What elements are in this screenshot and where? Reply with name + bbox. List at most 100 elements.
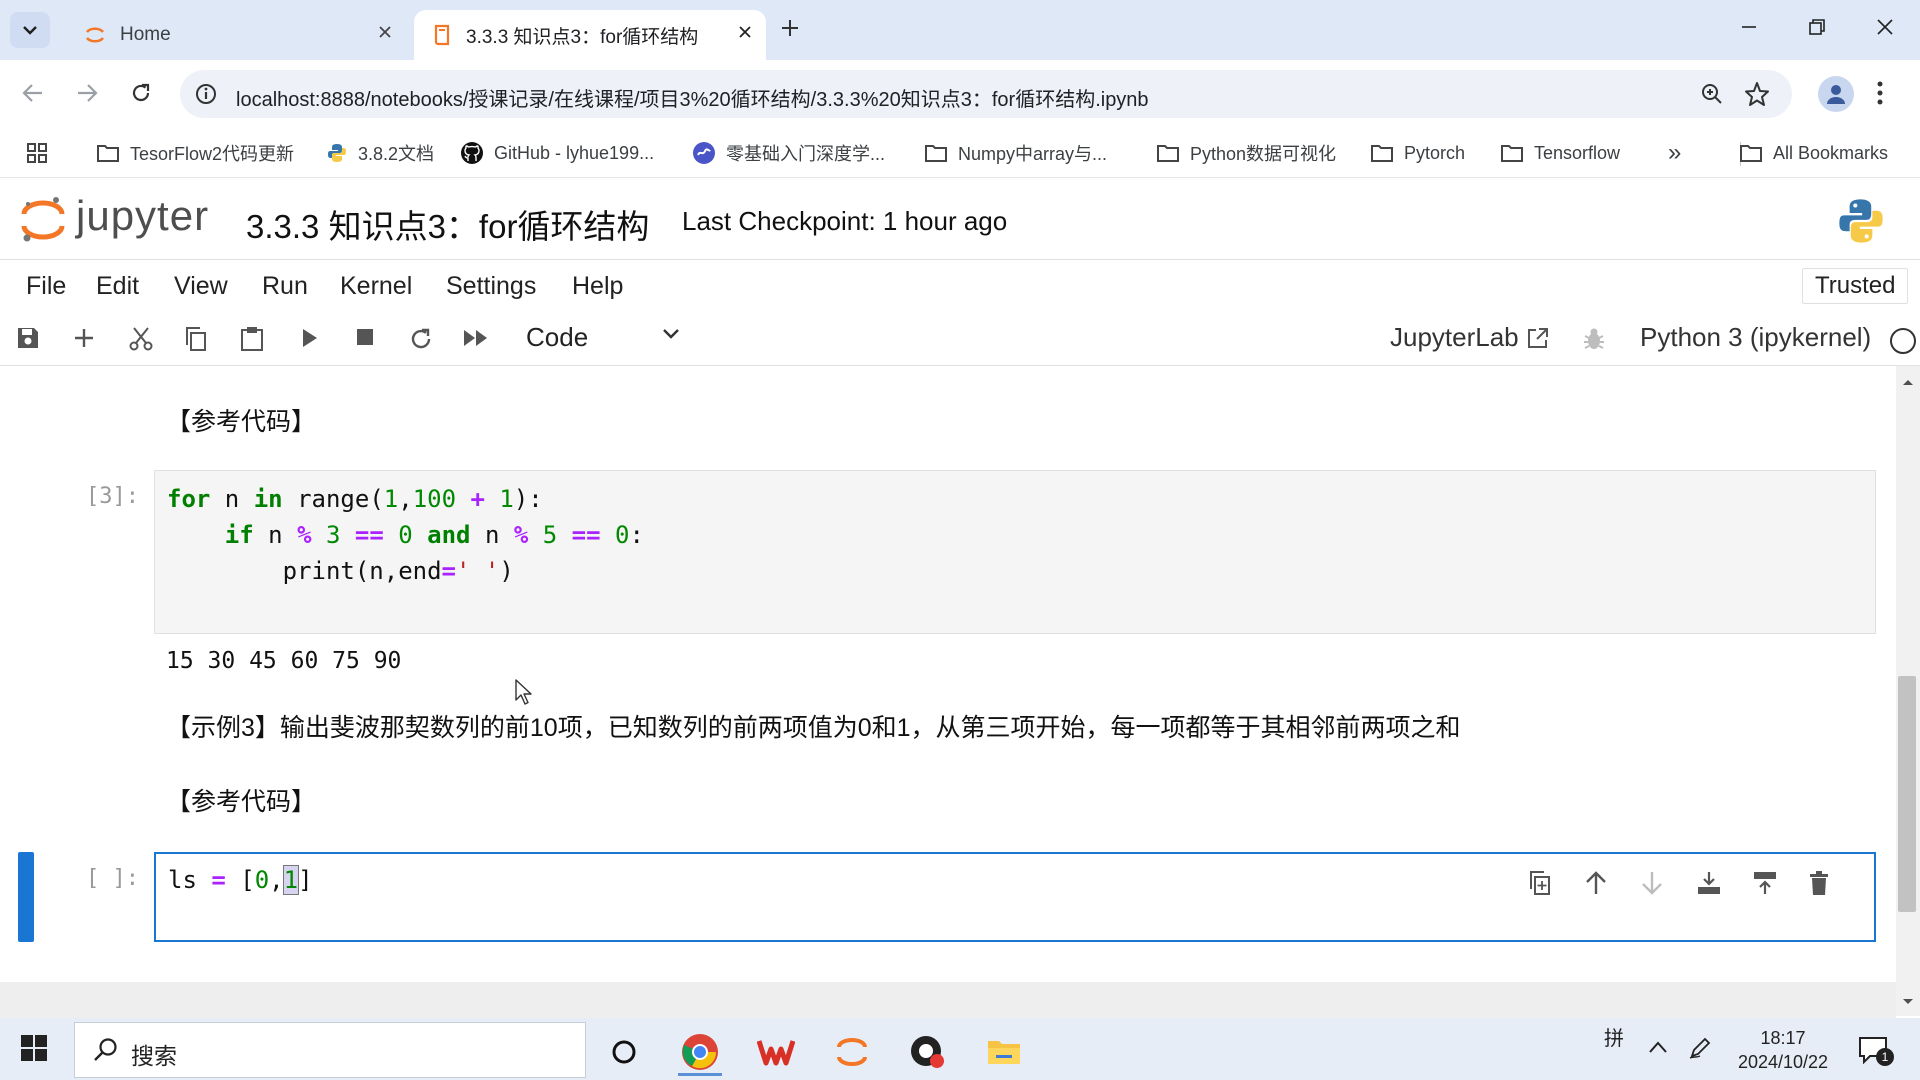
scroll-down-icon[interactable]	[1896, 994, 1920, 1010]
folder-icon	[1739, 143, 1763, 163]
cortana-ring-icon	[612, 1040, 636, 1064]
menu-run[interactable]: Run	[262, 272, 308, 301]
tab-search-button[interactable]	[10, 12, 50, 48]
scrollbar-thumb[interactable]	[1898, 676, 1916, 912]
bookmarks-overflow-button[interactable]: »	[1668, 138, 1681, 168]
taskbar-chrome[interactable]	[672, 1028, 728, 1076]
taskbar-clock[interactable]: 18:17 2024/10/22	[1718, 1026, 1848, 1074]
jupyter-favicon-icon	[84, 24, 106, 46]
insert-above-icon	[1698, 872, 1720, 894]
jupyter-logo-icon[interactable]	[20, 194, 66, 246]
insert-cell-button[interactable]	[72, 326, 96, 350]
bookmark-star-icon[interactable]	[1744, 81, 1770, 107]
tab-notebook[interactable]: 3.3.3 知识点3：for循环结构	[414, 10, 766, 60]
bookmark-item[interactable]: 零基础入门深度学...	[692, 138, 885, 168]
back-button[interactable]	[22, 82, 44, 104]
menu-edit[interactable]: Edit	[96, 272, 139, 301]
external-link-icon[interactable]	[1526, 326, 1550, 350]
bookmark-item[interactable]: Tensorflow	[1500, 138, 1620, 168]
menu-help[interactable]: Help	[572, 272, 623, 301]
paste-button[interactable]	[240, 326, 264, 352]
active-code-cell[interactable]: ls = [0,1]	[154, 852, 1876, 942]
course-site-icon	[692, 141, 716, 165]
bookmark-item[interactable]: Numpy中array与...	[924, 138, 1107, 168]
browser-address-row: localhost:8888/notebooks/授课记录/在线课程/项目3%2…	[0, 60, 1920, 128]
duplicate-icon	[1530, 871, 1550, 895]
tab-home-label: Home	[120, 24, 171, 45]
trusted-indicator[interactable]: Trusted	[1802, 268, 1909, 304]
tray-chevron-icon[interactable]	[1648, 1040, 1668, 1054]
taskbar-wps[interactable]	[748, 1028, 804, 1076]
run-cell-button[interactable]	[300, 326, 320, 350]
kernel-name[interactable]: Python 3 (ipykernel)	[1640, 322, 1871, 353]
python-icon	[326, 142, 348, 164]
chevron-down-icon[interactable]	[662, 328, 680, 340]
pen-icon[interactable]	[1688, 1036, 1712, 1060]
move-cell-down-button[interactable]	[1640, 870, 1664, 896]
menu-settings[interactable]: Settings	[446, 272, 536, 301]
close-icon[interactable]	[738, 25, 752, 39]
jupyter-app-icon	[837, 1038, 867, 1066]
notebook-title[interactable]: 3.3.3 知识点3：for循环结构	[246, 200, 649, 248]
code-cell-input[interactable]: for n in range(1,100 + 1): if n % 3 == 0…	[154, 470, 1876, 634]
folder-icon	[1156, 143, 1180, 163]
bookmark-item[interactable]: Pytorch	[1370, 138, 1465, 168]
url-text[interactable]: localhost:8888/notebooks/授课记录/在线课程/项目3%2…	[236, 83, 1149, 112]
open-jupyterlab-link[interactable]: JupyterLab	[1390, 322, 1519, 353]
reload-button[interactable]	[130, 82, 152, 104]
interrupt-kernel-button[interactable]	[354, 326, 376, 348]
ime-indicator[interactable]: 拼	[1604, 1022, 1624, 1051]
profile-avatar[interactable]	[1818, 76, 1854, 112]
markdown-cell-reference[interactable]: 【参考代码】	[166, 782, 316, 818]
arrow-right-icon	[78, 84, 98, 102]
minimize-button[interactable]	[1740, 18, 1758, 36]
bookmark-item[interactable]: TesorFlow2代码更新	[96, 138, 294, 168]
scroll-up-icon[interactable]	[1896, 374, 1920, 390]
start-button[interactable]	[20, 1034, 48, 1062]
site-info-icon[interactable]	[194, 82, 218, 106]
bookmark-label: Numpy中array与...	[958, 144, 1108, 164]
taskbar-jupyter[interactable]	[824, 1028, 880, 1076]
restart-kernel-button[interactable]	[408, 326, 434, 352]
markdown-cell-example3[interactable]: 【示例3】输出斐波那契数列的前10项，已知数列的前两项值为0和1，从第三项开始，…	[166, 708, 1461, 744]
copy-button[interactable]	[184, 326, 208, 352]
debugger-bug-icon[interactable]	[1582, 326, 1606, 352]
all-bookmarks-button[interactable]: All Bookmarks	[1738, 138, 1888, 168]
tab-home[interactable]: Home	[66, 10, 406, 60]
python-logo-icon	[1836, 196, 1886, 246]
menu-kernel[interactable]: Kernel	[340, 272, 412, 301]
delete-cell-button[interactable]	[1808, 870, 1830, 896]
markdown-cell-reference[interactable]: 【参考代码】	[166, 402, 316, 438]
cut-button[interactable]	[128, 326, 154, 352]
window-close-button[interactable]	[1876, 18, 1894, 36]
taskbar-file-explorer[interactable]	[976, 1028, 1032, 1076]
move-cell-up-button[interactable]	[1584, 870, 1608, 896]
person-icon	[1827, 85, 1845, 104]
insert-cell-above-button[interactable]	[1696, 870, 1722, 896]
menu-file[interactable]: File	[26, 272, 66, 301]
taskbar-search[interactable]: 搜索	[74, 1022, 586, 1078]
menu-view[interactable]: View	[174, 272, 228, 301]
taskbar-recorder[interactable]	[900, 1028, 956, 1076]
new-tab-button[interactable]	[780, 18, 800, 38]
bookmark-item[interactable]: 3.8.2文档	[326, 138, 434, 168]
notification-center-button[interactable]: 1	[1858, 1036, 1898, 1066]
notebook-panel: 【参考代码】 [3]: for n in range(1,100 + 1): i…	[0, 366, 1896, 982]
code-line[interactable]: ls = [0,1]	[168, 865, 313, 895]
insert-cell-below-button[interactable]	[1752, 870, 1778, 896]
zoom-icon[interactable]	[1700, 82, 1724, 106]
apps-button[interactable]	[26, 138, 48, 168]
restart-run-all-button[interactable]	[462, 326, 490, 350]
browser-menu-button[interactable]	[1876, 80, 1884, 106]
duplicate-cell-button[interactable]	[1528, 870, 1552, 896]
address-bar[interactable]: localhost:8888/notebooks/授课记录/在线课程/项目3%2…	[180, 70, 1792, 118]
close-icon[interactable]	[378, 25, 392, 39]
cell-type-select[interactable]: Code	[526, 322, 588, 353]
task-view-button[interactable]	[596, 1028, 652, 1076]
restore-button[interactable]	[1808, 18, 1826, 36]
bookmark-item[interactable]: Python数据可视化	[1156, 138, 1336, 168]
forward-button[interactable]	[76, 82, 98, 104]
save-button[interactable]	[16, 326, 40, 350]
jupyter-wordmark[interactable]: jupyter	[76, 192, 209, 240]
bookmark-item[interactable]: GitHub - lyhue199...	[460, 138, 654, 168]
